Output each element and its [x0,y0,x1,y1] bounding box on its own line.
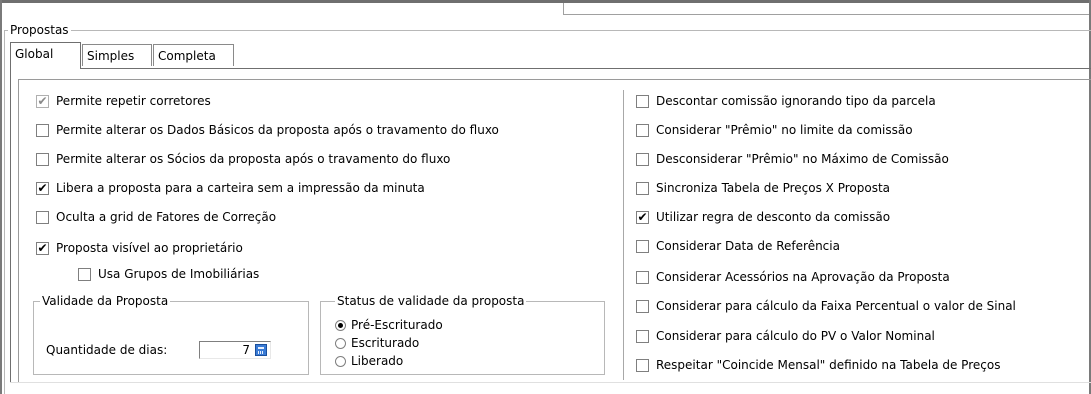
option-label: Usa Grupos de Imobiliárias [98,267,260,281]
group-box-top-edge [4,30,1091,31]
option-utilizar-regra-desconto[interactable]: ✔ Utilizar regra de desconto da comissão [636,209,890,225]
tab-simples[interactable]: Simples [82,44,152,66]
option-label: Libera a proposta para a carteira sem a … [56,181,425,195]
option-label: Permite alterar os Sócios da proposta ap… [56,152,451,166]
option-label: Considerar para cálculo do PV o Valor No… [656,329,935,343]
option-label: Considerar "Prêmio" no limite da comissã… [656,123,913,137]
calculator-icon[interactable] [255,344,267,356]
validade-group-box [33,301,309,375]
option-label: Considerar Data de Referência [656,239,840,253]
option-faixa-percentual-sinal[interactable]: Considerar para cálculo da Faixa Percent… [636,298,1016,314]
checkbox-empty-icon [36,210,49,224]
option-label: Utilizar regra de desconto da comissão [656,210,891,224]
quantidade-dias-label: Quantidade de dias: [46,343,168,357]
option-label: Proposta visível ao proprietário [56,241,243,255]
option-label: Desconsiderar "Prêmio" no Máximo de Comi… [656,152,949,166]
checkbox-empty-icon [636,270,649,284]
quantidade-dias-value: 7 [242,343,250,357]
status-group-title: Status de validade da proposta [335,294,527,308]
checkbox-empty-icon [636,358,649,372]
radio-label: Escriturado [351,336,420,350]
checkbox-empty-icon [636,94,649,108]
radio-empty-icon [335,356,346,367]
radio-liberado[interactable]: Liberado [335,354,403,369]
option-label: Descontar comissão ignorando tipo da par… [656,94,936,108]
option-label: Permite alterar os Dados Básicos da prop… [56,123,499,137]
quantidade-dias-input[interactable]: 7 [199,341,271,359]
radio-label: Pré-Escriturado [351,318,443,332]
radio-selected-icon [335,320,346,331]
checkmark-icon: ✔ [36,240,49,255]
option-label: Oculta a grid de Fatores de Correção [56,210,277,224]
checkmark-icon: ✔ [36,180,49,195]
radio-label: Liberado [351,354,404,368]
option-respeitar-coincide-mensal[interactable]: Respeitar "Coincide Mensal" definido na … [636,357,1000,373]
tab-completa[interactable]: Completa [153,44,234,66]
panel-bottom-line [10,382,1091,383]
option-label: Sincroniza Tabela de Preços X Proposta [656,181,891,195]
option-label: Considerar Acessórios na Aprovação da Pr… [656,270,950,284]
option-label: Permite repetir corretores [56,94,211,108]
radio-empty-icon [335,338,346,349]
option-permite-alterar-socios[interactable]: Permite alterar os Sócios da proposta ap… [36,151,450,167]
option-sincroniza-tabela-precos[interactable]: Sincroniza Tabela de Preços X Proposta [636,180,890,196]
option-libera-proposta-carteira[interactable]: ✔ Libera a proposta para a carteira sem … [36,180,425,196]
option-oculta-grid-fatores[interactable]: Oculta a grid de Fatores de Correção [36,209,276,225]
option-considerar-acessorios[interactable]: Considerar Acessórios na Aprovação da Pr… [636,269,950,285]
option-descontar-comissao[interactable]: Descontar comissão ignorando tipo da par… [636,93,936,109]
option-label: Respeitar "Coincide Mensal" definido na … [656,358,1001,372]
option-proposta-visivel-proprietario[interactable]: ✔ Proposta visível ao proprietário [36,240,243,256]
checkbox-empty-icon [636,239,649,253]
tab-simples-label: Simples [87,49,135,63]
option-label: Considerar para cálculo da Faixa Percent… [656,299,1016,313]
window-top-border [0,0,1091,3]
tab-global[interactable]: Global [10,42,81,69]
group-title-propostas: Propostas [8,23,71,37]
validade-group-title: Validade da Proposta [40,294,171,308]
tab-completa-label: Completa [158,49,216,63]
option-calculo-pv-valor-nominal[interactable]: Considerar para cálculo do PV o Valor No… [636,328,935,344]
checkbox-empty-icon [636,123,649,137]
checkbox-empty-icon [78,267,91,281]
checkbox-empty-icon [636,299,649,313]
option-usa-grupos-imobiliarias[interactable]: Usa Grupos de Imobiliárias [78,266,259,282]
checkbox-empty-icon [36,123,49,137]
radio-pre-escriturado[interactable]: Pré-Escriturado [335,318,443,333]
option-desconsiderar-premio-maximo[interactable]: Desconsiderar "Prêmio" no Máximo de Comi… [636,151,949,167]
group-box-left-edge [4,30,5,394]
radio-escriturado[interactable]: Escriturado [335,336,419,351]
checkbox-empty-icon [636,181,649,195]
option-permite-alterar-dados-basicos[interactable]: Permite alterar os Dados Básicos da prop… [36,122,499,138]
checkbox-empty-icon [36,152,49,166]
header-line-highlight [563,15,1089,16]
checkmark-icon: ✔ [36,93,49,108]
window-left-border [0,0,2,394]
option-considerar-data-referencia[interactable]: Considerar Data de Referência [636,238,840,254]
option-considerar-premio-limite[interactable]: Considerar "Prêmio" no limite da comissã… [636,122,913,138]
column-divider [623,90,624,380]
checkbox-empty-icon [636,152,649,166]
tab-global-label: Global [15,47,54,61]
checkmark-icon: ✔ [636,209,649,224]
option-permite-repetir-corretores[interactable]: ✔ Permite repetir corretores [36,93,211,109]
checkbox-empty-icon [636,329,649,343]
